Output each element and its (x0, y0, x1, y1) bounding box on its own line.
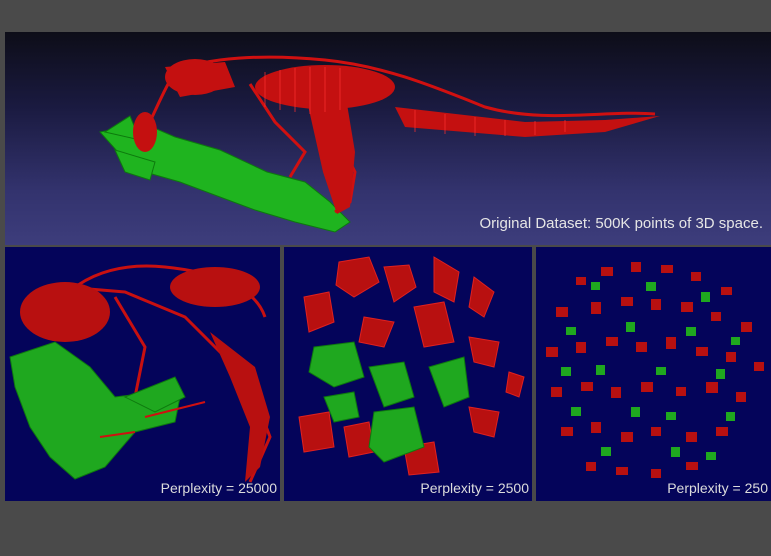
embedding-plot-25000 (9, 264, 272, 483)
perplexity-250-panel: Perplexity = 250 (536, 247, 771, 501)
perplexity-25000-caption: Perplexity = 25000 (160, 480, 277, 496)
original-dataset-caption: Original Dataset: 500K points of 3D spac… (479, 215, 764, 232)
perplexity-2500-panel: Perplexity = 2500 (284, 247, 532, 501)
embedding-plot-250 (546, 262, 764, 478)
perplexity-250-caption: Perplexity = 250 (667, 480, 768, 496)
perplexity-2500-caption: Perplexity = 2500 (420, 480, 529, 496)
dinosaur-3d-render (99, 55, 660, 233)
perplexity-25000-panel: Perplexity = 25000 (5, 247, 280, 501)
embedding-plot-2500 (298, 256, 525, 476)
original-dataset-panel: Original Dataset: 500K points of 3D spac… (5, 32, 771, 245)
